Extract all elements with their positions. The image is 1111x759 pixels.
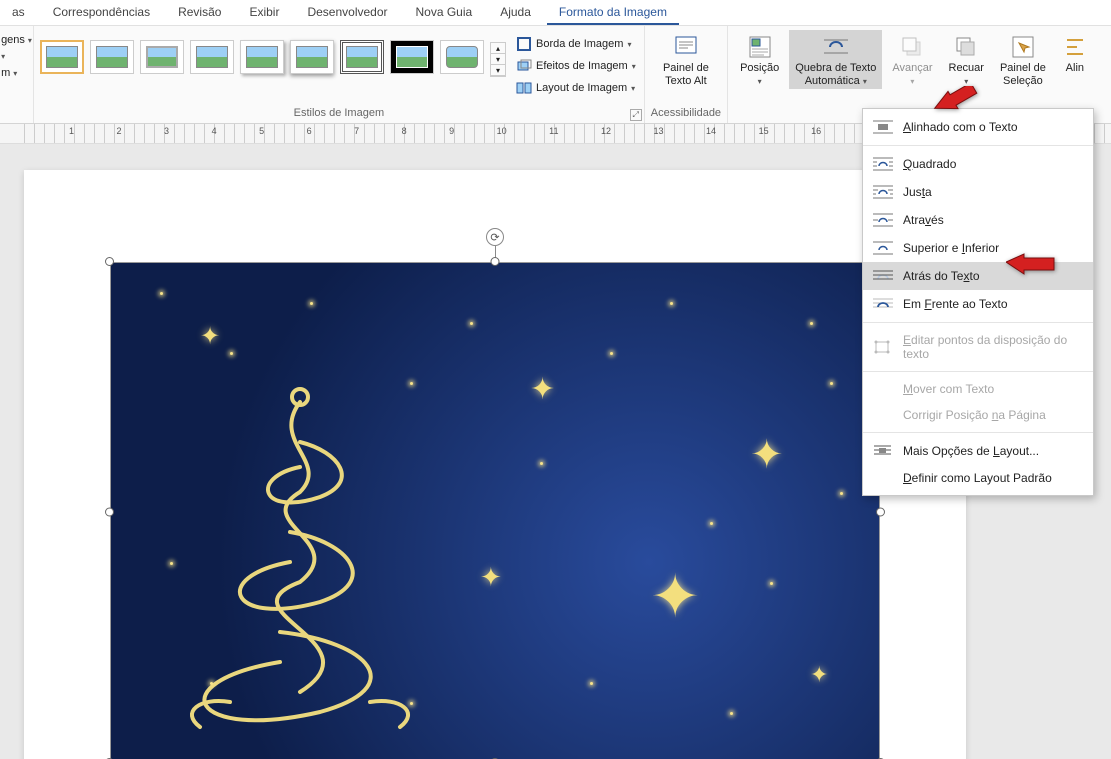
dd-label: Mais Opções de Layout... <box>903 444 1039 458</box>
dialog-launcher[interactable]: ⤢ <box>630 109 642 121</box>
wrap-through-icon <box>873 212 893 228</box>
style-thumb[interactable] <box>440 40 484 74</box>
border-icon <box>516 36 532 52</box>
resize-handle[interactable] <box>491 257 500 266</box>
annotation-arrow <box>1006 252 1056 283</box>
dd-label: Quadrado <box>903 157 956 171</box>
dd-label: Em Frente ao Texto <box>903 297 1008 311</box>
selection-pane-icon <box>1010 34 1036 60</box>
style-thumb[interactable] <box>290 40 334 74</box>
dd-label: Corrigir Posição na Página <box>903 408 1046 422</box>
edit-points-icon <box>873 339 893 355</box>
adjust-item[interactable]: ▾ <box>0 50 36 63</box>
annotation-arrow <box>933 86 979 125</box>
send-backward-button[interactable]: Recuar▾ <box>943 30 990 89</box>
selection-outline <box>110 262 880 759</box>
wrap-topbottom-icon <box>873 240 893 256</box>
wrap-tight[interactable]: Justa <box>863 178 1093 206</box>
bring-forward-button[interactable]: Avançar▾ <box>886 30 938 89</box>
tab-revisao[interactable]: Revisão <box>166 1 233 25</box>
ribbon-tabs: as Correspondências Revisão Exibir Desen… <box>0 0 1111 26</box>
tab-formato-imagem[interactable]: Formato da Imagem <box>547 1 679 25</box>
tab-desenvolvedor[interactable]: Desenvolvedor <box>295 1 399 25</box>
align-icon <box>1062 34 1088 60</box>
tab-novaguia[interactable]: Nova Guia <box>404 1 485 25</box>
picture-effects-button[interactable]: Efeitos de Imagem ▾ <box>514 56 638 76</box>
wrap-through[interactable]: Através <box>863 206 1093 234</box>
wrap-square-icon <box>873 156 893 172</box>
style-thumb[interactable] <box>240 40 284 74</box>
wrap-inline-icon <box>873 119 893 135</box>
adjust-item[interactable]: gens ▾ <box>0 32 36 48</box>
picture-border-button[interactable]: Borda de Imagem ▾ <box>514 34 638 54</box>
group-picture-styles: ▴▾▾ Borda de Imagem ▾ Efeitos de Imagem … <box>34 26 645 123</box>
separator <box>863 432 1093 433</box>
wrap-text-dropdown: Alinhado com o Texto Quadrado Justa Atra… <box>862 108 1094 496</box>
wrap-text-button[interactable]: Quebra de Texto Automática ▾ <box>789 30 882 89</box>
resize-handle[interactable] <box>105 257 114 266</box>
page[interactable]: ✦ ✦ ✦ ✦ ✦ ✦ ⟳ <box>24 170 966 759</box>
style-thumb[interactable] <box>340 40 384 74</box>
send-backward-icon <box>953 34 979 60</box>
dd-label: Definir como Layout Padrão <box>903 471 1052 485</box>
picture-layout-button[interactable]: Layout de Imagem ▾ <box>514 78 638 98</box>
wrap-text-icon <box>823 34 849 60</box>
dd-label: Mover com Texto <box>903 382 994 396</box>
style-gallery: ▴▾▾ <box>40 30 506 77</box>
more-layout-options[interactable]: Mais Opções de Layout... <box>863 437 1093 465</box>
alt-text-button[interactable]: Painel de Texto Alt <box>657 30 715 89</box>
dd-label: Atrás do Texto <box>903 269 980 283</box>
wrap-behind[interactable]: Atrás do Texto <box>863 262 1093 290</box>
alt-text-icon <box>673 34 699 60</box>
more-options-icon <box>873 443 893 459</box>
separator <box>863 322 1093 323</box>
adjust-item[interactable]: m ▾ <box>0 65 36 81</box>
tab-frag[interactable]: as <box>0 1 37 25</box>
dd-label: Editar pontos da disposição do texto <box>903 333 1083 361</box>
group-accessibility: Painel de Texto Alt Acessibilidade <box>645 26 728 123</box>
move-with-text: Mover com Texto <box>863 376 1093 402</box>
align-button[interactable]: Alin <box>1056 30 1094 77</box>
group-adjust-partial: gens ▾ ▾ m ▾ <box>0 26 34 123</box>
dd-label: Superior e Inferior <box>903 241 999 255</box>
tab-exibir[interactable]: Exibir <box>237 1 291 25</box>
selection-pane-button[interactable]: Painel de Seleção <box>994 30 1052 89</box>
style-thumb[interactable] <box>40 40 84 74</box>
gallery-more[interactable]: ▴▾▾ <box>490 42 506 77</box>
style-thumb[interactable] <box>140 40 184 74</box>
tab-correspond[interactable]: Correspondências <box>41 1 162 25</box>
position-icon <box>747 34 773 60</box>
selected-image[interactable]: ✦ ✦ ✦ ✦ ✦ ✦ ⟳ <box>110 262 880 759</box>
set-default-layout[interactable]: Definir como Layout Padrão <box>863 465 1093 491</box>
style-thumb[interactable] <box>390 40 434 74</box>
position-button[interactable]: Posição▾ <box>734 30 785 89</box>
wrap-square[interactable]: Quadrado <box>863 150 1093 178</box>
tab-ajuda[interactable]: Ajuda <box>488 1 543 25</box>
separator <box>863 145 1093 146</box>
style-thumb[interactable] <box>190 40 234 74</box>
wrap-front-icon <box>873 296 893 312</box>
wrap-topbottom[interactable]: Superior e Inferior <box>863 234 1093 262</box>
wrap-behind-icon <box>873 268 893 284</box>
fix-position: Corrigir Posição na Página <box>863 402 1093 428</box>
rotate-handle[interactable]: ⟳ <box>486 228 504 246</box>
dd-label: Justa <box>903 185 932 199</box>
dd-label: Através <box>903 213 944 227</box>
resize-handle[interactable] <box>105 508 114 517</box>
bring-forward-icon <box>899 34 925 60</box>
wrap-front[interactable]: Em Frente ao Texto <box>863 290 1093 318</box>
group-label: Acessibilidade <box>651 107 721 121</box>
effects-icon <box>516 58 532 74</box>
style-thumb[interactable] <box>90 40 134 74</box>
edit-wrap-points: Editar pontos da disposição do texto <box>863 327 1093 367</box>
layout-icon <box>516 80 532 96</box>
group-label: Estilos de Imagem <box>294 107 384 121</box>
separator <box>863 371 1093 372</box>
resize-handle[interactable] <box>876 508 885 517</box>
wrap-tight-icon <box>873 184 893 200</box>
